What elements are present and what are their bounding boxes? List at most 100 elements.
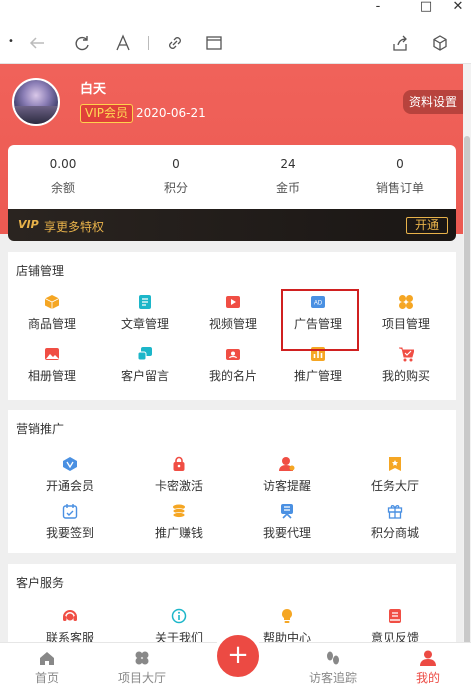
bottom-nav: 首页 项目大厅 + 访客追踪 我的 [0, 631, 471, 689]
nav-label: 首页 [34, 671, 59, 685]
photo-icon [45, 348, 59, 360]
card-icon [226, 349, 240, 360]
nav-mine[interactable]: 我的 [383, 649, 471, 686]
marketing-item[interactable]: 访客提醒 [242, 456, 332, 494]
back-icon[interactable] [26, 32, 48, 54]
service-item[interactable]: 联系客服 [25, 608, 115, 642]
stat-label: 余额 [50, 181, 75, 195]
section-title: 客户服务 [16, 576, 65, 590]
marketing-label: 推广赚钱 [154, 526, 203, 540]
marketing-item[interactable]: 卡密激活 [134, 456, 224, 494]
marketing-section: 营销推广 开通会员 卡密激活 访客提醒 任务大厅我要签到 推广赚钱 我要代理 积分商城 [8, 410, 456, 553]
stats-card: 0.00 余额 0 积分 24 金币 0 销售订单 [8, 145, 456, 209]
refresh-icon[interactable] [71, 32, 93, 54]
font-icon[interactable] [112, 32, 134, 54]
stat-points[interactable]: 0 积分 [131, 157, 221, 196]
dot-icon: • [8, 36, 14, 47]
cube-icon[interactable] [429, 32, 451, 54]
feedback-icon [389, 609, 401, 623]
shop-item[interactable]: 相册管理 [7, 346, 97, 384]
vip-logo: VIP [18, 218, 39, 231]
coins-icon [172, 504, 186, 518]
vip-icon [63, 457, 77, 471]
service-item[interactable]: 帮助中心 [242, 608, 332, 642]
minimize-button[interactable]: - [366, 0, 390, 18]
nav-label: 访客追踪 [308, 671, 357, 685]
stat-label: 积分 [163, 181, 188, 195]
message-icon [137, 347, 152, 361]
nav-visitor-tracking[interactable]: 访客追踪 [288, 649, 378, 686]
marketing-item[interactable]: 我要代理 [242, 503, 332, 541]
support-icon [63, 610, 77, 621]
stat-value: 0 [172, 157, 180, 171]
vip-promo-bar[interactable]: VIP 享更多特权 开通 [8, 209, 456, 241]
visitor-icon [279, 457, 295, 471]
shop-label: 客户留言 [120, 369, 169, 383]
service-label: 关于我们 [154, 631, 203, 642]
stat-sales-orders[interactable]: 0 销售订单 [355, 157, 445, 196]
shop-label: 相册管理 [27, 369, 76, 383]
shop-label: 推广管理 [293, 369, 342, 383]
cart-icon [399, 347, 414, 362]
shop-item[interactable]: 客户留言 [100, 346, 190, 384]
close-button[interactable]: ✕ [446, 0, 470, 18]
stat-balance[interactable]: 0.00 余额 [18, 157, 108, 196]
service-item[interactable]: 关于我们 [134, 608, 224, 642]
task-icon [389, 457, 401, 471]
shop-label: 文章管理 [120, 317, 169, 331]
marketing-label: 任务大厅 [370, 479, 419, 493]
vip-open-button[interactable]: 开通 [405, 217, 448, 234]
link-icon[interactable] [164, 32, 186, 54]
bulb-icon [282, 609, 292, 623]
shop-item[interactable]: 我的购买 [361, 346, 451, 384]
marketing-item[interactable]: 积分商城 [350, 503, 440, 541]
vip-promo-text: 享更多特权 [44, 220, 105, 234]
info-icon [171, 608, 187, 624]
marketing-item[interactable]: 任务大厅 [350, 456, 440, 494]
share-icon[interactable] [389, 32, 411, 54]
shop-item[interactable]: 项目管理 [361, 294, 451, 332]
home-icon [40, 652, 54, 665]
profile-settings-button[interactable]: 资料设置 [402, 90, 463, 114]
marketing-item[interactable]: 推广赚钱 [134, 503, 224, 541]
nav-home[interactable]: 首页 [2, 649, 92, 686]
service-label: 意见反馈 [370, 631, 419, 642]
avatar[interactable] [12, 78, 60, 126]
section-title: 店铺管理 [16, 264, 65, 278]
section-title: 营销推广 [16, 422, 65, 436]
marketing-label: 卡密激活 [154, 479, 203, 493]
shop-label: 商品管理 [27, 317, 76, 331]
scroll-thumb[interactable] [464, 136, 470, 676]
nav-label: 我的 [415, 671, 440, 685]
nav-projects[interactable]: 项目大厅 [97, 649, 187, 686]
service-item[interactable]: 意见反馈 [350, 608, 440, 642]
shop-item[interactable]: 推广管理 [273, 346, 363, 384]
shop-label: 视频管理 [208, 317, 257, 331]
highlight-box [281, 289, 359, 351]
shop-label: 项目管理 [381, 317, 430, 331]
shop-item[interactable]: 视频管理 [188, 294, 278, 332]
shop-label: 我的名片 [208, 369, 257, 383]
agent-icon [281, 504, 293, 519]
marketing-item[interactable]: 我要签到 [25, 503, 115, 541]
stat-label: 销售订单 [375, 181, 424, 195]
window-icon[interactable] [203, 32, 225, 54]
lock-icon [173, 456, 185, 471]
user-icon [420, 650, 436, 666]
shop-item[interactable]: 我的名片 [188, 346, 278, 384]
add-button[interactable]: + [213, 631, 263, 681]
shop-item[interactable]: 商品管理 [7, 294, 97, 332]
scrollbar[interactable] [463, 64, 471, 676]
marketing-label: 开通会员 [45, 479, 94, 493]
shop-item[interactable]: 文章管理 [100, 294, 190, 332]
title-bar: - □ ✕ [0, 0, 471, 22]
stat-value: 0 [396, 157, 404, 171]
marketing-label: 访客提醒 [262, 479, 311, 493]
vip-badge: VIP会员 [80, 104, 133, 123]
marketing-item[interactable]: 开通会员 [25, 456, 115, 494]
footprint-icon [327, 651, 339, 665]
service-label: 联系客服 [45, 631, 94, 642]
stat-coins[interactable]: 24 金币 [243, 157, 333, 196]
stat-label: 金币 [275, 181, 300, 195]
maximize-button[interactable]: □ [414, 0, 438, 18]
